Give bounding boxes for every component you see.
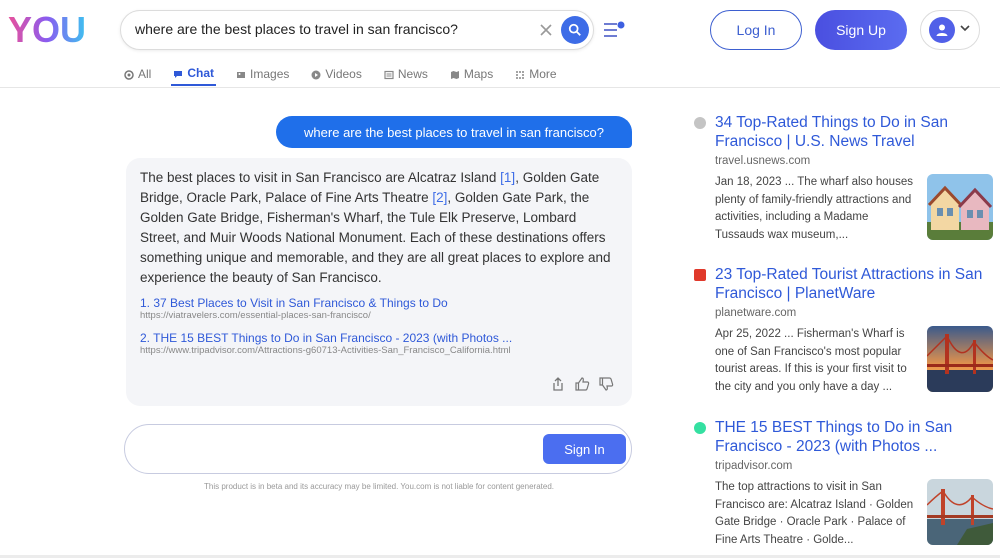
source-url: https://www.tripadvisor.com/Attractions-… [140,345,511,356]
all-icon [124,69,134,80]
search-result: 34 Top-Rated Things to Do in San Francis… [694,113,994,245]
answer-text-part: The best places to visit in San Francisc… [140,170,501,185]
source-url: https://viatravelers.com/essential-place… [140,310,371,321]
signup-button[interactable]: Sign Up [815,10,907,50]
video-icon [311,69,321,80]
tab-news[interactable]: News [382,62,430,86]
account-menu-button[interactable] [920,10,980,50]
search-bar[interactable]: where are the best places to travel in s… [120,10,594,50]
tab-more[interactable]: More [513,62,558,86]
more-icon [515,69,525,79]
source-title[interactable]: 2. THE 15 BEST Things to Do in San Franc… [140,331,512,345]
result-title-link[interactable]: 34 Top-Rated Things to Do in San Francis… [715,113,987,151]
source-item[interactable]: 2. THE 15 BEST Things to Do in San Franc… [140,331,512,356]
tab-label: Chat [187,66,215,80]
svg-text:YOU: YOU [8,9,86,50]
result-snippet: Jan 18, 2023 ... The wharf also houses p… [715,176,913,241]
image-icon [236,69,246,79]
chevron-down-icon [959,21,971,39]
source-title[interactable]: 1. 37 Best Places to Visit in San Franci… [140,296,448,310]
search-result: 23 Top-Rated Tourist Attractions in San … [694,265,994,397]
tab-images[interactable]: Images [234,62,291,86]
search-input[interactable]: where are the best places to travel in s… [135,21,525,37]
answer-actions [550,376,614,392]
news-icon [384,69,394,80]
clear-icon[interactable] [535,19,557,41]
beta-disclaimer: This product is in beta and its accuracy… [204,482,554,491]
tab-label: All [138,67,152,81]
login-button[interactable]: Log In [710,10,802,50]
assistant-answer-card: The best places to visit in San Francisc… [126,158,632,406]
result-domain: tripadvisor.com [715,460,793,472]
tab-videos[interactable]: Videos [309,62,363,86]
tab-label: Maps [463,67,494,81]
tab-all[interactable]: All [122,62,153,86]
thumbs-up-icon[interactable] [574,376,590,392]
result-title-link[interactable]: 23 Top-Rated Tourist Attractions in San … [715,265,987,303]
user-avatar-icon [929,17,955,43]
tab-label: News [397,67,428,81]
result-domain: planetware.com [715,307,797,319]
usnews-favicon-icon [694,117,706,129]
chat-icon [173,68,183,78]
result-title-link[interactable]: THE 15 BEST Things to Do in San Francisc… [715,418,987,456]
map-icon [450,69,460,79]
citation-link[interactable]: [1] [500,170,515,185]
result-domain: travel.usnews.com [715,155,811,167]
tab-maps[interactable]: Maps [448,62,495,86]
tab-label: More [529,67,557,81]
golden-gate-sunset-thumbnail[interactable] [927,326,993,392]
golden-gate-thumbnail[interactable] [927,479,993,545]
result-snippet: Apr 25, 2022 ... Fisherman's Wharf is on… [715,328,907,393]
signin-button[interactable]: Sign In [543,434,626,464]
search-icon [568,23,581,36]
result-snippet: The top attractions to visit in San Fran… [715,481,914,546]
thumbs-down-icon[interactable] [598,376,614,392]
houses-thumbnail[interactable] [927,174,993,240]
top-bar: YOU where are the best places to travel … [0,0,1000,88]
share-icon[interactable] [550,376,566,392]
search-result: THE 15 BEST Things to Do in San Francisc… [694,418,994,550]
tripadvisor-favicon-icon [694,422,706,434]
planetware-favicon-icon [694,269,706,281]
filter-settings-icon[interactable] [603,20,627,40]
citation-link[interactable]: [2] [432,190,447,205]
tab-label: Videos [325,67,362,81]
user-message-bubble: where are the best places to travel in s… [276,116,632,148]
source-item[interactable]: 1. 37 Best Places to Visit in San Franci… [140,296,448,321]
tab-label: Images [250,67,290,81]
search-button[interactable] [561,16,589,44]
you-logo[interactable]: YOU [8,8,100,52]
tab-chat[interactable]: Chat [171,62,217,86]
search-tabs: All Chat Images Videos News Maps More [122,62,577,88]
answer-text: The best places to visit in San Francisc… [140,168,618,288]
